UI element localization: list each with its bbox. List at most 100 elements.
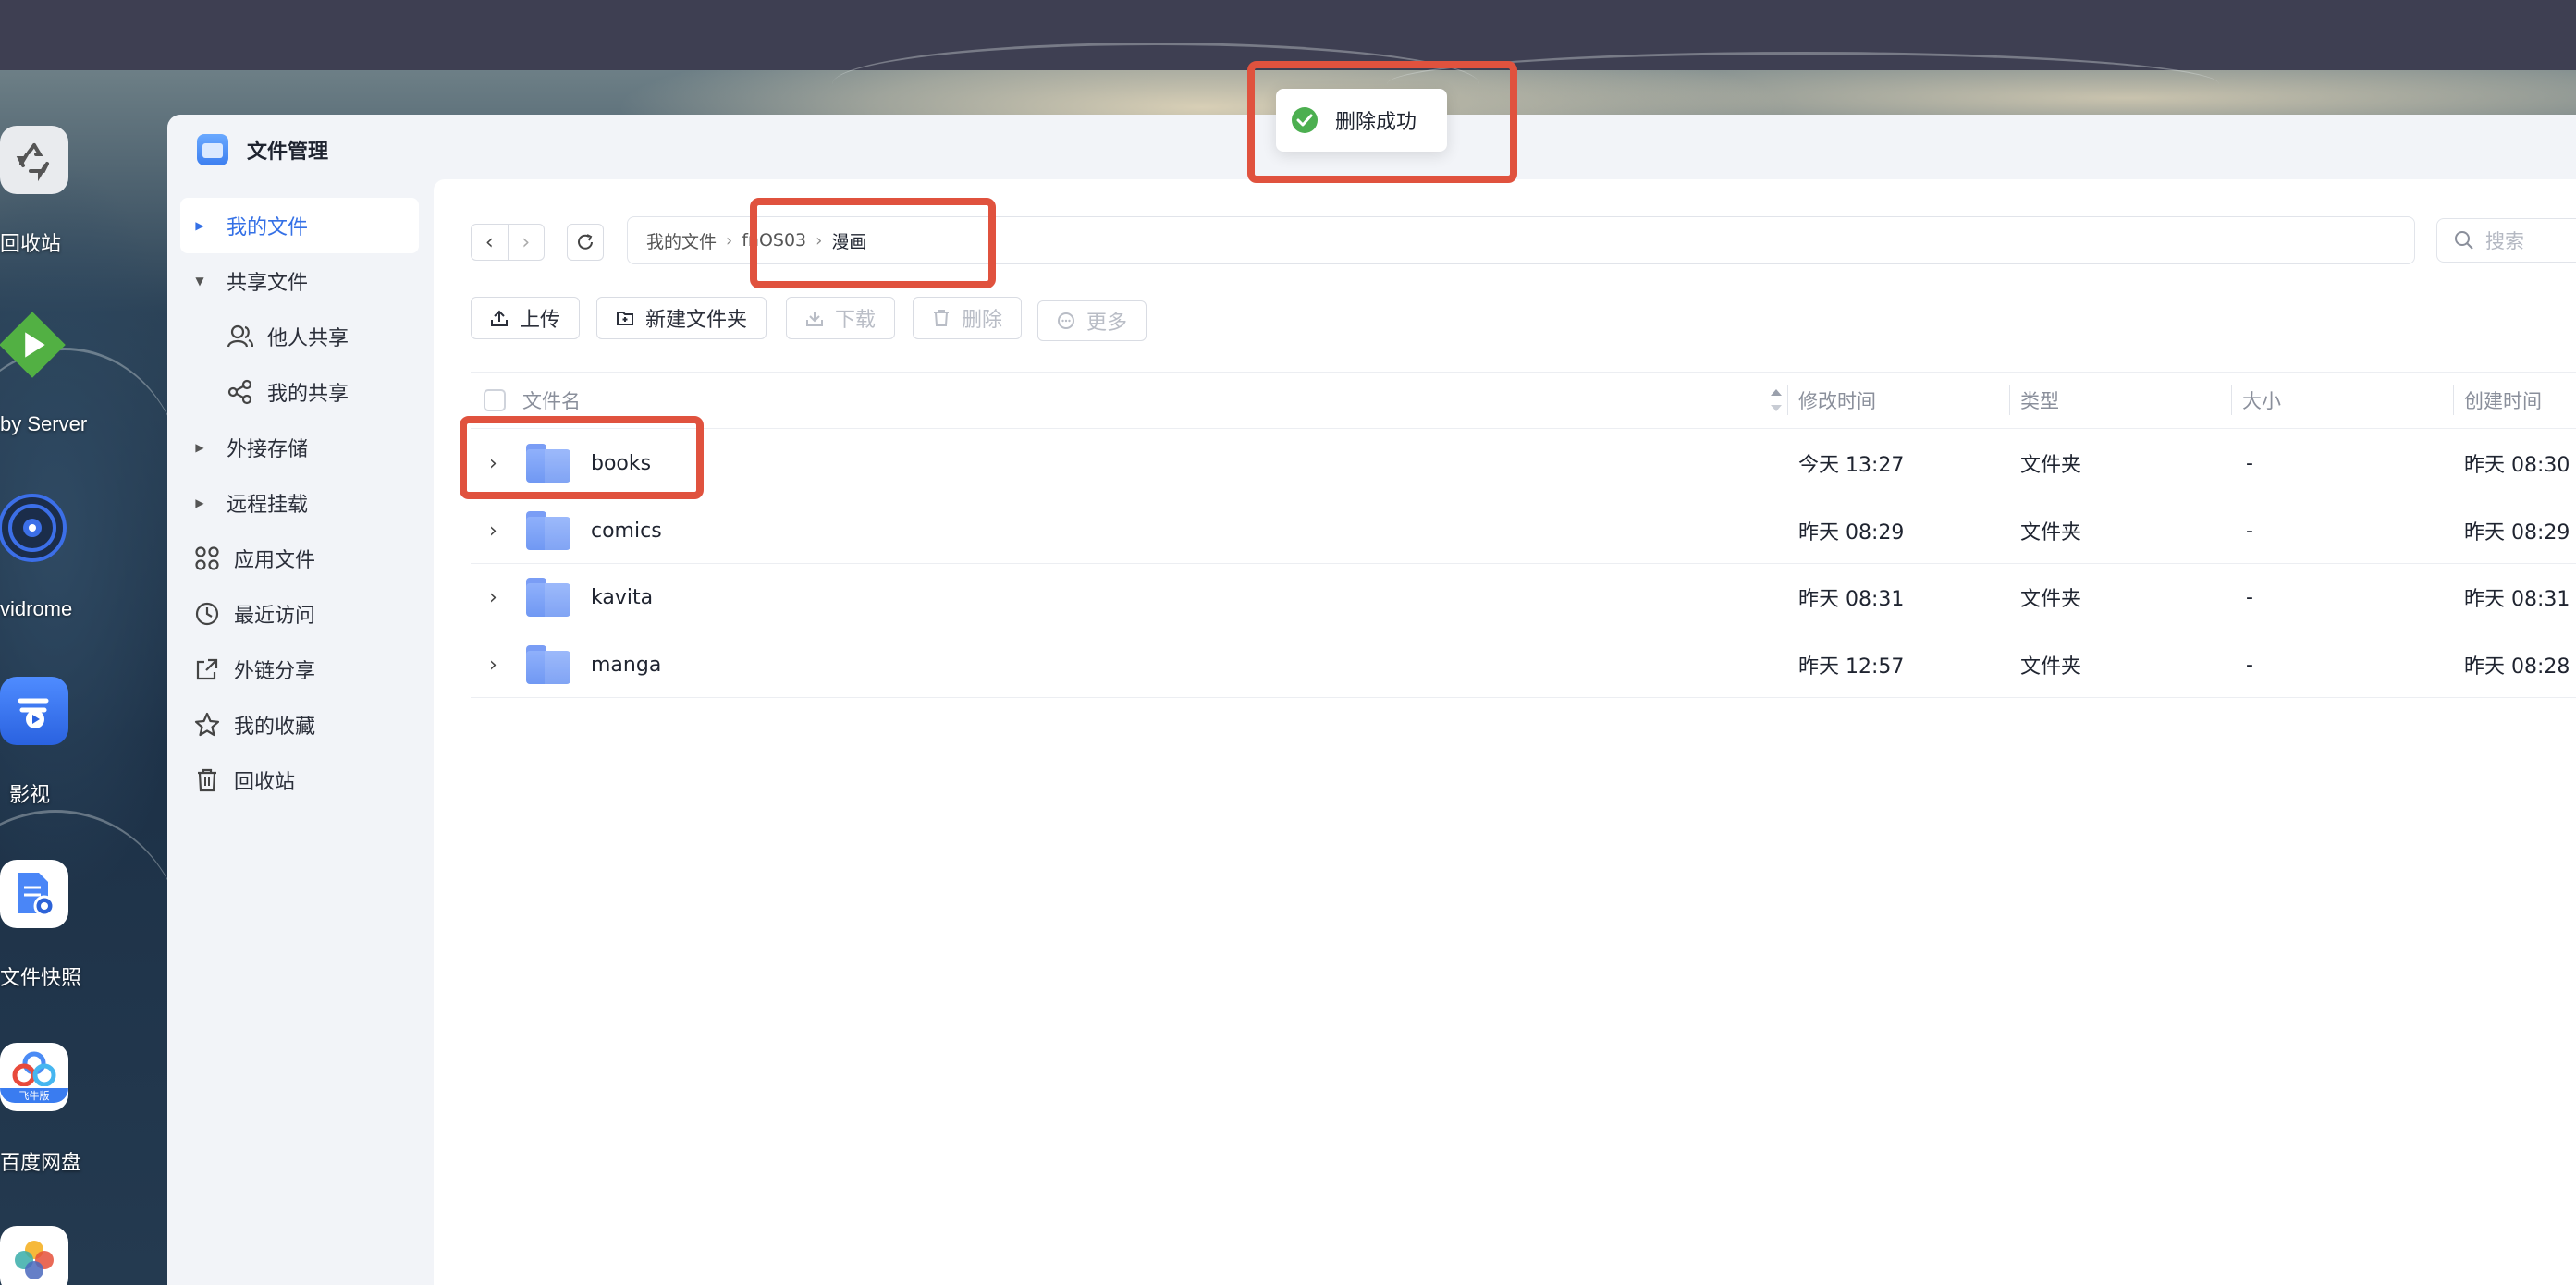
column-header-created[interactable]: 创建时间 bbox=[2464, 373, 2542, 428]
sidebar-item-favorites[interactable]: 我的收藏 bbox=[180, 697, 419, 753]
file-type: 文件夹 bbox=[2020, 588, 2082, 611]
video-app-icon bbox=[0, 677, 68, 745]
file-name[interactable]: kavita bbox=[591, 564, 653, 630]
created-time: 昨天 08:31 bbox=[2464, 588, 2570, 611]
highlight-box bbox=[750, 198, 996, 288]
more-label: 更多 bbox=[1086, 312, 1128, 335]
dock-label: 回收站 bbox=[0, 232, 62, 255]
caret-right-icon: ▶ bbox=[195, 441, 204, 454]
sidebar-item-recent[interactable]: 最近访问 bbox=[180, 586, 419, 642]
expand-chevron-icon[interactable]: › bbox=[489, 497, 497, 564]
sidebar-item-label: 外链分享 bbox=[234, 660, 316, 683]
sidebar-item-app-files[interactable]: 应用文件 bbox=[180, 531, 419, 586]
caret-right-icon: ▶ bbox=[195, 496, 204, 509]
main-panel: ‹ › 我的文件 › fnOS03 › 漫画 搜索 上传 新建文件夹 下载 删除… bbox=[434, 179, 2576, 1285]
file-type: 文件夹 bbox=[2020, 521, 2082, 545]
window-title: 文件管理 bbox=[247, 141, 329, 164]
sidebar-item-trash[interactable]: 回收站 bbox=[180, 753, 419, 808]
dock-label: 文件快照 bbox=[0, 966, 82, 989]
file-manager-window: 文件管理 ▶ 我的文件 ▼ 共享文件 他人共享 我的共享 ▶ 外接存储 ▶ 远程… bbox=[167, 115, 2576, 1285]
download-button[interactable]: 下载 bbox=[786, 297, 896, 339]
modified-time: 今天 13:27 bbox=[1798, 454, 1905, 477]
delete-button[interactable]: 删除 bbox=[913, 297, 1023, 339]
sidebar-item-label: 共享文件 bbox=[227, 272, 309, 295]
sidebar-item-remote-mount[interactable]: ▶ 远程挂载 bbox=[180, 475, 419, 531]
sidebar-item-link-share[interactable]: 外链分享 bbox=[180, 642, 419, 697]
clock-icon bbox=[193, 602, 221, 626]
external-share-icon bbox=[193, 657, 221, 681]
file-manager-app-icon bbox=[197, 134, 228, 165]
expand-chevron-icon[interactable]: › bbox=[489, 631, 497, 698]
table-row[interactable]: › comics 昨天 08:29 文件夹 - 昨天 08:29 bbox=[471, 497, 2576, 564]
file-snapshot-icon bbox=[0, 860, 68, 928]
sidebar-item-shared-with-me[interactable]: 他人共享 bbox=[180, 309, 419, 364]
file-name[interactable]: comics bbox=[591, 497, 662, 564]
sidebar-item-label: 远程挂载 bbox=[227, 494, 309, 517]
refresh-icon bbox=[578, 234, 593, 250]
column-divider[interactable] bbox=[2231, 386, 2232, 415]
table-row[interactable]: › kavita 昨天 08:31 文件夹 - 昨天 08:31 bbox=[471, 564, 2576, 630]
table-row[interactable]: › manga 昨天 12:57 文件夹 - 昨天 08:28 bbox=[471, 631, 2576, 698]
file-size: - bbox=[2246, 519, 2253, 543]
expand-chevron-icon[interactable]: › bbox=[489, 564, 497, 630]
file-name[interactable]: manga bbox=[591, 631, 661, 698]
sidebar-item-my-shares[interactable]: 我的共享 bbox=[180, 364, 419, 420]
refresh-button[interactable] bbox=[567, 224, 604, 261]
sidebar-item-label: 他人共享 bbox=[267, 327, 350, 350]
select-all-checkbox[interactable] bbox=[484, 389, 506, 411]
column-header-type[interactable]: 类型 bbox=[2020, 373, 2059, 428]
apps-grid-icon bbox=[193, 546, 221, 570]
breadcrumb-separator-icon: › bbox=[726, 230, 733, 251]
column-divider[interactable] bbox=[2009, 386, 2010, 415]
file-size: - bbox=[2246, 585, 2253, 609]
trash-icon bbox=[193, 768, 221, 792]
upload-icon bbox=[491, 310, 508, 326]
sidebar-item-label: 我的文件 bbox=[227, 216, 309, 239]
new-folder-button[interactable]: 新建文件夹 bbox=[596, 297, 767, 339]
column-header-modified[interactable]: 修改时间 bbox=[1798, 373, 1876, 428]
baidu-netdisk-icon: 飞牛版 bbox=[0, 1043, 68, 1111]
column-header-size[interactable]: 大小 bbox=[2242, 373, 2281, 428]
dock-label: by Server bbox=[0, 412, 88, 435]
search-input[interactable]: 搜索 bbox=[2436, 218, 2576, 263]
sort-icon[interactable] bbox=[1769, 373, 1784, 428]
chevron-left-icon: ‹ bbox=[485, 230, 494, 254]
file-type: 文件夹 bbox=[2020, 655, 2082, 679]
table-row[interactable]: › books 今天 13:27 文件夹 - 昨天 08:30 bbox=[471, 430, 2576, 496]
created-time: 昨天 08:30 bbox=[2464, 454, 2570, 477]
sidebar-item-my-files[interactable]: ▶ 我的文件 bbox=[180, 198, 419, 253]
delete-label: 删除 bbox=[962, 309, 1003, 332]
back-button[interactable]: ‹ bbox=[472, 225, 508, 260]
folder-icon bbox=[526, 564, 570, 630]
folder-icon bbox=[526, 497, 570, 564]
forward-button[interactable]: › bbox=[507, 225, 545, 260]
created-time: 昨天 08:28 bbox=[2464, 655, 2570, 679]
users-icon bbox=[227, 324, 254, 349]
star-icon bbox=[193, 712, 221, 738]
breadcrumb-item[interactable]: 我的文件 bbox=[646, 228, 717, 253]
file-size: - bbox=[2246, 451, 2253, 475]
sidebar-item-label: 我的收藏 bbox=[234, 716, 316, 739]
share-icon bbox=[227, 379, 254, 405]
column-divider[interactable] bbox=[2453, 386, 2454, 415]
sidebar-item-shared-files[interactable]: ▼ 共享文件 bbox=[180, 253, 419, 309]
navidrome-disc-icon bbox=[0, 494, 67, 562]
modified-time: 昨天 08:31 bbox=[1798, 588, 1905, 611]
dock-label: vidrome bbox=[0, 597, 73, 620]
sidebar-item-label: 我的共享 bbox=[267, 383, 350, 406]
sidebar-item-label: 外接存储 bbox=[227, 438, 309, 461]
file-type: 文件夹 bbox=[2020, 454, 2082, 477]
caret-right-icon: ▶ bbox=[195, 219, 204, 232]
file-size: - bbox=[2246, 653, 2253, 677]
column-divider[interactable] bbox=[1787, 386, 1788, 415]
upload-label: 上传 bbox=[520, 309, 561, 332]
new-folder-icon bbox=[617, 312, 633, 325]
folder-icon bbox=[526, 631, 570, 698]
upload-button[interactable]: 上传 bbox=[471, 297, 581, 339]
download-icon bbox=[806, 312, 823, 326]
sidebar-item-external-storage[interactable]: ▶ 外接存储 bbox=[180, 420, 419, 475]
more-button[interactable]: 更多 bbox=[1037, 300, 1147, 341]
sidebar-item-label: 应用文件 bbox=[234, 549, 316, 572]
play-server-icon bbox=[0, 311, 67, 379]
dock-label: 影视 bbox=[9, 783, 51, 806]
